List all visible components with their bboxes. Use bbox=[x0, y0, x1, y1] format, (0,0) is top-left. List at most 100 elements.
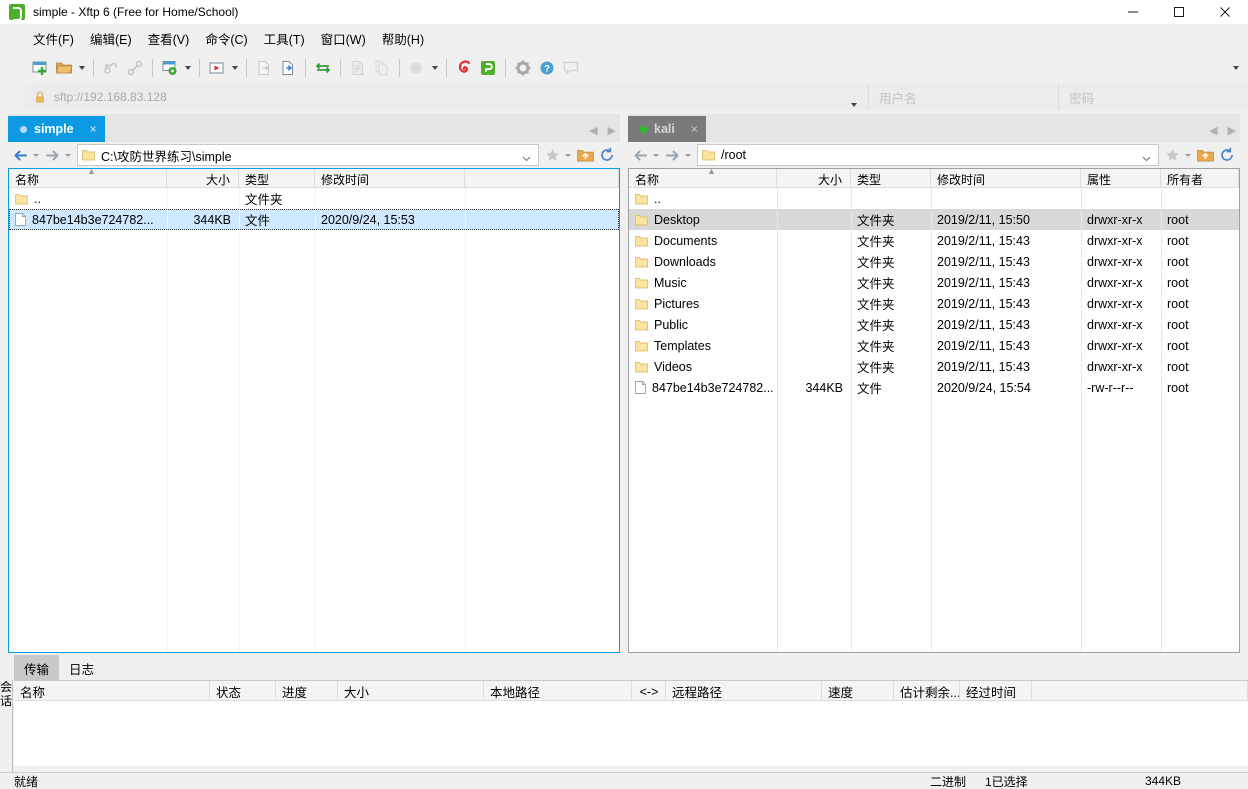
table-row[interactable]: .. bbox=[629, 188, 1239, 209]
table-row[interactable]: Videos 文件夹 2019/2/11, 15:43 drwxr-xr-x root bbox=[629, 356, 1239, 377]
column-header-elapsed[interactable]: 经过时间 bbox=[960, 681, 1032, 700]
table-row[interactable]: Documents 文件夹 2019/2/11, 15:43 drwxr-xr-x ro… bbox=[629, 230, 1239, 251]
remote-path-input[interactable]: /root bbox=[697, 144, 1159, 166]
column-header-owner[interactable]: 所有者 bbox=[1161, 169, 1239, 187]
remote-path-dropdown-caret-icon[interactable] bbox=[1142, 151, 1151, 165]
column-header-speed[interactable]: 速度 bbox=[822, 681, 894, 700]
column-header-size[interactable]: 大小 bbox=[777, 169, 851, 187]
tab-log[interactable]: 日志 bbox=[59, 655, 104, 682]
forward-button[interactable] bbox=[662, 144, 682, 166]
table-row[interactable]: Pictures 文件夹 2019/2/11, 15:43 drwxr-xr-x roo… bbox=[629, 293, 1239, 314]
column-header-eta[interactable]: 估计剩余... bbox=[894, 681, 960, 700]
xftp-icon[interactable] bbox=[476, 56, 500, 80]
forward-history-caret-icon[interactable] bbox=[682, 144, 694, 166]
menu-file[interactable]: 文件(F) bbox=[25, 25, 82, 52]
bookmark-dropdown-caret-icon[interactable] bbox=[1182, 144, 1194, 166]
remote-file-list[interactable]: ▲ 名称 大小 类型 修改时间 属性 所有者 .. Desktop 文件夹 2019/… bbox=[628, 168, 1240, 653]
table-row[interactable]: Desktop 文件夹 2019/2/11, 15:50 drwxr-xr-x root bbox=[629, 209, 1239, 230]
tab-transfer[interactable]: 传输 bbox=[14, 654, 60, 682]
transfer-mode-icon bbox=[405, 56, 429, 80]
back-button[interactable] bbox=[10, 144, 30, 166]
table-row[interactable]: .. 文件夹 bbox=[9, 188, 619, 209]
back-button[interactable] bbox=[630, 144, 650, 166]
tab-close-icon[interactable]: × bbox=[90, 122, 97, 136]
menu-bar: 文件(F) 编辑(E) 查看(V) 命令(C) 工具(T) 窗口(W) 帮助(H… bbox=[0, 24, 1248, 52]
menu-window[interactable]: 窗口(W) bbox=[313, 25, 374, 52]
run-script-icon[interactable] bbox=[205, 56, 229, 80]
help-icon[interactable]: ? bbox=[535, 56, 559, 80]
parent-folder-button[interactable] bbox=[1194, 144, 1216, 166]
tab-scroll-left-icon[interactable]: ◀ bbox=[1209, 124, 1217, 137]
column-header-type[interactable]: 类型 bbox=[239, 169, 315, 187]
column-header-size[interactable]: 大小 bbox=[338, 681, 484, 700]
transfer-table[interactable]: 名称 状态 进度 大小 本地路径 <-> 远程路径 速度 估计剩余... 经过时… bbox=[14, 680, 1248, 766]
password-input[interactable]: 密码 bbox=[1058, 84, 1248, 110]
tab-scroll-left-icon[interactable]: ◀ bbox=[589, 124, 597, 137]
minimize-button[interactable] bbox=[1110, 0, 1156, 24]
open-folder-icon[interactable] bbox=[52, 56, 76, 80]
bookmark-dropdown-caret-icon[interactable] bbox=[562, 144, 574, 166]
open-folder-dropdown-caret-icon[interactable] bbox=[76, 56, 88, 80]
resize-grip-icon[interactable] bbox=[1234, 775, 1246, 787]
session-url-field[interactable]: sftp://192.168.83.128 bbox=[25, 84, 868, 110]
cell-size bbox=[777, 272, 851, 293]
session-url-dropdown-caret-icon[interactable] bbox=[851, 96, 857, 110]
tab-kali[interactable]: kali × bbox=[628, 116, 706, 142]
column-header-progress[interactable]: 进度 bbox=[276, 681, 338, 700]
forward-history-caret-icon[interactable] bbox=[62, 144, 74, 166]
maximize-button[interactable] bbox=[1156, 0, 1202, 24]
username-input[interactable]: 用户名 bbox=[868, 84, 1058, 110]
local-path-dropdown-caret-icon[interactable] bbox=[522, 151, 531, 165]
menu-view[interactable]: 查看(V) bbox=[140, 25, 198, 52]
back-history-caret-icon[interactable] bbox=[30, 144, 42, 166]
menu-command[interactable]: 命令(C) bbox=[197, 25, 255, 52]
local-file-list[interactable]: ▲ 名称 大小 类型 修改时间 .. 文件夹 847be14b3e724782.… bbox=[8, 168, 620, 653]
refresh-button[interactable] bbox=[1216, 144, 1238, 166]
column-header-status[interactable]: 状态 bbox=[210, 681, 276, 700]
local-path-input[interactable]: C:\攻防世界练习\simple bbox=[77, 144, 539, 166]
forward-button[interactable] bbox=[42, 144, 62, 166]
menu-help[interactable]: 帮助(H) bbox=[374, 25, 432, 52]
sync-browsing-icon[interactable] bbox=[311, 56, 335, 80]
table-row[interactable]: Templates 文件夹 2019/2/11, 15:43 drwxr-xr-x ro… bbox=[629, 335, 1239, 356]
close-button[interactable] bbox=[1202, 0, 1248, 24]
tab-simple[interactable]: simple × bbox=[8, 116, 105, 142]
table-row[interactable]: 847be14b3e724782... 344KB 文件 2020/9/24, 15:… bbox=[629, 377, 1239, 398]
table-row[interactable]: Downloads 文件夹 2019/2/11, 15:43 drwxr-xr-x ro… bbox=[629, 251, 1239, 272]
column-header-name[interactable]: 名称 bbox=[629, 169, 777, 187]
column-header-remote-path[interactable]: 远程路径 bbox=[666, 681, 822, 700]
tab-scroll-right-icon[interactable]: ▶ bbox=[1228, 124, 1236, 137]
window-controls bbox=[1110, 0, 1248, 24]
column-header-modified[interactable]: 修改时间 bbox=[931, 169, 1081, 187]
refresh-button[interactable] bbox=[596, 144, 618, 166]
bookmark-star-icon[interactable] bbox=[542, 144, 562, 166]
paste-file-icon[interactable] bbox=[276, 56, 300, 80]
column-header-attributes[interactable]: 属性 bbox=[1081, 169, 1161, 187]
menu-edit[interactable]: 编辑(E) bbox=[82, 25, 140, 52]
table-row[interactable]: 847be14b3e724782... 344KB 文件 2020/9/24, … bbox=[9, 209, 619, 230]
cell-size bbox=[777, 209, 851, 230]
options-gear-icon[interactable] bbox=[511, 56, 535, 80]
column-header-name[interactable]: 名称 bbox=[14, 681, 210, 700]
tab-close-icon[interactable]: × bbox=[691, 122, 698, 136]
session-properties-dropdown-caret-icon[interactable] bbox=[182, 56, 194, 80]
xshell-icon[interactable] bbox=[452, 56, 476, 80]
run-script-dropdown-caret-icon[interactable] bbox=[229, 56, 241, 80]
column-header-modified[interactable]: 修改时间 bbox=[315, 169, 465, 187]
table-row[interactable]: Music 文件夹 2019/2/11, 15:43 drwxr-xr-x root bbox=[629, 272, 1239, 293]
toolbar-overflow-caret-icon[interactable] bbox=[1230, 56, 1242, 80]
column-header-direction[interactable]: <-> bbox=[632, 681, 666, 700]
table-row[interactable]: Public 文件夹 2019/2/11, 15:43 drwxr-xr-x root bbox=[629, 314, 1239, 335]
session-properties-icon[interactable] bbox=[158, 56, 182, 80]
title-bar: simple - Xftp 6 (Free for Home/School) bbox=[0, 0, 1248, 24]
menu-tools[interactable]: 工具(T) bbox=[256, 25, 313, 52]
new-session-icon[interactable] bbox=[28, 56, 52, 80]
parent-folder-button[interactable] bbox=[574, 144, 596, 166]
transfer-mode-dropdown-caret-icon[interactable] bbox=[429, 56, 441, 80]
bookmark-star-icon[interactable] bbox=[1162, 144, 1182, 166]
back-history-caret-icon[interactable] bbox=[650, 144, 662, 166]
column-header-local-path[interactable]: 本地路径 bbox=[484, 681, 632, 700]
column-header-type[interactable]: 类型 bbox=[851, 169, 931, 187]
tab-scroll-right-icon[interactable]: ▶ bbox=[608, 124, 616, 137]
column-header-size[interactable]: 大小 bbox=[167, 169, 239, 187]
